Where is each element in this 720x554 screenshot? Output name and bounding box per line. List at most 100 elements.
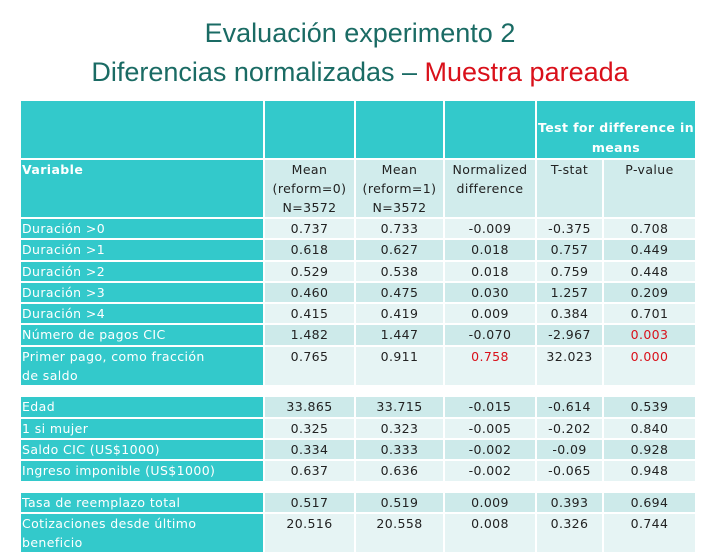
variable-cell: Duración >1 (21, 240, 263, 260)
normdiff-cell: 0.030 (445, 282, 535, 303)
table-row: 1 si mujer 0.325 0.323 -0.005 -0.202 0.840 (21, 418, 695, 438)
tstat-cell: 1.257 (537, 282, 602, 303)
group-spacer-cell (21, 483, 695, 491)
normdiff-cell: 0.758 (445, 346, 535, 386)
mean1-cell: 0.333 (356, 439, 443, 460)
header-blank-normdiff (445, 101, 535, 158)
variable-line: de saldo (22, 368, 79, 384)
variable-cell: Ingreso imponible (US$1000) (21, 461, 263, 481)
variable-cell: 1 si mujer (21, 418, 263, 438)
mean0-cell: 20.516 (265, 513, 354, 553)
mean1-cell: 33.715 (356, 397, 443, 417)
header-mean1-l3: N=3572 (372, 200, 427, 215)
results-table: Test for difference in means Variable Me… (19, 99, 697, 554)
pvalue-cell: 0.449 (604, 240, 695, 260)
mean0-cell: 0.415 (265, 304, 354, 324)
variable-cell: Duración >2 (21, 261, 263, 281)
table-row: Duración >2 0.529 0.538 0.018 0.759 0.448 (21, 261, 695, 281)
table-row: Duración >0 0.737 0.733 -0.009 -0.375 0.708 (21, 219, 695, 239)
normdiff-cell: 0.009 (445, 304, 535, 324)
pvalue-cell: 0.928 (604, 439, 695, 460)
mean0-cell: 33.865 (265, 397, 354, 417)
mean1-cell: 0.519 (356, 492, 443, 512)
normdiff-cell: -0.070 (445, 325, 535, 345)
title-prefix: Diferencias normalizadas – (91, 57, 425, 87)
table-row: Ingreso imponible (US$1000) 0.637 0.636 -0.… (21, 461, 695, 481)
normdiff-cell: 0.018 (445, 261, 535, 281)
mean1-cell: 0.911 (356, 346, 443, 386)
mean0-cell: 0.517 (265, 492, 354, 512)
tstat-cell: 0.393 (537, 492, 602, 512)
normdiff-cell: 0.008 (445, 513, 535, 553)
mean0-cell: 0.334 (265, 439, 354, 460)
mean1-cell: 0.627 (356, 240, 443, 260)
header-blank-variable (21, 101, 263, 158)
pvalue-cell: 0.701 (604, 304, 695, 324)
tstat-cell: -0.375 (537, 219, 602, 239)
header-pvalue: P-value (604, 160, 695, 217)
pvalue-cell: 0.840 (604, 418, 695, 438)
tstat-cell: 0.759 (537, 261, 602, 281)
mean1-cell: 0.636 (356, 461, 443, 481)
tstat-cell: -0.065 (537, 461, 602, 481)
mean1-cell: 0.419 (356, 304, 443, 324)
header-tstat: T-stat (537, 160, 602, 217)
variable-line: beneficio (22, 535, 83, 551)
variable-line: Primer pago, como fracción (22, 348, 205, 364)
variable-cell: Duración >3 (21, 282, 263, 303)
tstat-cell: -2.967 (537, 325, 602, 345)
mean1-cell: 20.558 (356, 513, 443, 553)
tstat-cell: -0.614 (537, 397, 602, 417)
mean1-cell: 1.447 (356, 325, 443, 345)
variable-cell: Saldo CIC (US$1000) (21, 439, 263, 460)
pvalue-cell: 0.708 (604, 219, 695, 239)
header-mean1: Mean (reform=1) N=3572 (356, 160, 443, 217)
tstat-cell: 32.023 (537, 346, 602, 386)
pvalue-cell: 0.209 (604, 282, 695, 303)
slide-title-line2: Diferencias normalizadas – Muestra parea… (0, 56, 720, 88)
tstat-cell: 0.757 (537, 240, 602, 260)
variable-cell: Primer pago, como fracción de saldo (21, 346, 263, 386)
header-mean0-l3: N=3572 (282, 200, 337, 215)
group-spacer-cell (21, 387, 695, 395)
mean0-cell: 1.482 (265, 325, 354, 345)
header-mean1-l1: Mean (381, 162, 418, 177)
header-row-group: Test for difference in means (21, 101, 695, 158)
header-blank-mean1 (356, 101, 443, 158)
group-spacer (21, 387, 695, 395)
pvalue-cell: 0.948 (604, 461, 695, 481)
mean0-cell: 0.737 (265, 219, 354, 239)
pvalue-cell: 0.694 (604, 492, 695, 512)
mean0-cell: 0.618 (265, 240, 354, 260)
variable-line: Cotizaciones desde último (22, 515, 197, 531)
table-row: Saldo CIC (US$1000) 0.334 0.333 -0.002 -0.09… (21, 439, 695, 460)
table-row: Duración >3 0.460 0.475 0.030 1.257 0.209 (21, 282, 695, 303)
table-row: Cotizaciones desde último beneficio 20.516… (21, 513, 695, 553)
variable-cell: Duración >0 (21, 219, 263, 239)
mean1-cell: 0.538 (356, 261, 443, 281)
mean0-cell: 0.765 (265, 346, 354, 386)
header-blank-mean0 (265, 101, 354, 158)
table-row: Duración >1 0.618 0.627 0.018 0.757 0.449 (21, 240, 695, 260)
mean1-cell: 0.475 (356, 282, 443, 303)
variable-cell: Tasa de reemplazo total (21, 492, 263, 512)
normdiff-cell: -0.009 (445, 219, 535, 239)
tstat-cell: 0.326 (537, 513, 602, 553)
normdiff-cell: -0.005 (445, 418, 535, 438)
title-accent: Muestra pareada (424, 57, 629, 87)
tstat-cell: -0.202 (537, 418, 602, 438)
header-mean0: Mean (reform=0) N=3572 (265, 160, 354, 217)
variable-cell: Cotizaciones desde último beneficio (21, 513, 263, 553)
table-row: Duración >4 0.415 0.419 0.009 0.384 0.701 (21, 304, 695, 324)
pvalue-cell: 0.448 (604, 261, 695, 281)
normdiff-cell: 0.018 (445, 240, 535, 260)
pvalue-cell: 0.000 (604, 346, 695, 386)
pvalue-cell: 0.539 (604, 397, 695, 417)
variable-cell: Duración >4 (21, 304, 263, 324)
mean0-cell: 0.460 (265, 282, 354, 303)
mean1-cell: 0.323 (356, 418, 443, 438)
header-variable: Variable (21, 160, 263, 217)
header-normdiff-l2: difference (456, 181, 524, 196)
header-test-group: Test for difference in means (537, 101, 695, 158)
group-spacer (21, 483, 695, 491)
